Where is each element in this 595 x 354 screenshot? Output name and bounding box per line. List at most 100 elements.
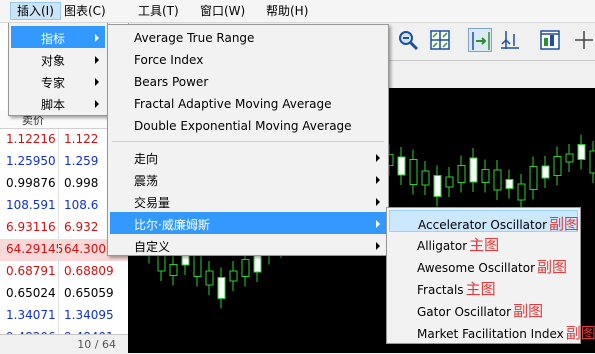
candle-body xyxy=(457,165,466,183)
menu-window[interactable]: 窗口(W) xyxy=(194,2,251,20)
item-label: Accelerator Oscillator xyxy=(418,218,548,232)
ask-price: 0.65059 xyxy=(64,286,114,300)
candle-body xyxy=(481,169,490,183)
candle-body xyxy=(205,270,214,286)
ask-price: 0.68809 xyxy=(64,264,114,278)
item-label: Gator Oscillator xyxy=(417,305,512,319)
menu-charts[interactable]: 图表(C) xyxy=(58,2,112,20)
column-divider xyxy=(58,151,59,173)
pane-annotation: 副图 xyxy=(537,258,568,276)
pager-label: 10 / 64 xyxy=(77,338,116,351)
candle-body xyxy=(529,166,538,190)
crosshair-icon[interactable] xyxy=(572,28,595,52)
pane-annotation: 副图 xyxy=(549,215,580,233)
menu-tools[interactable]: 工具(T) xyxy=(132,2,185,20)
column-divider xyxy=(58,261,59,283)
submenu-arrow-icon xyxy=(376,176,380,184)
template-icon[interactable] xyxy=(538,28,562,52)
quote-row[interactable]: 0.65024 0.65059 xyxy=(0,283,128,305)
market-watch-pager: 10 / 64 xyxy=(0,334,128,354)
quote-row[interactable]: 1.34071 1.34095 xyxy=(0,305,128,327)
bid-price: 0.99876 xyxy=(6,176,56,190)
candle-body xyxy=(397,156,406,176)
pane-annotation: 副图 xyxy=(513,302,544,320)
column-divider xyxy=(58,129,59,151)
menubar: 插入(I) 图表(C) 工具(T) 窗口(W) 帮助(H) xyxy=(0,0,595,23)
bid-price: 1.25950 xyxy=(6,154,56,168)
column-divider xyxy=(58,305,59,327)
candle-body xyxy=(541,165,550,179)
bid-price: 1.34071 xyxy=(6,308,56,322)
indicator-gator-oscillator[interactable]: Gator Oscillator 副图 xyxy=(389,298,578,320)
group-bill-williams[interactable]: 比尔·威廉姆斯 xyxy=(110,212,386,234)
candle-body xyxy=(553,156,562,176)
menu-item-experts[interactable]: 专家 xyxy=(11,70,105,92)
indicator-awesome-oscillator[interactable]: Awesome Oscillator 副图 xyxy=(389,254,578,276)
submenu-arrow-icon xyxy=(376,242,380,250)
submenu-arrow-icon xyxy=(376,198,380,206)
group-custom[interactable]: 自定义 xyxy=(110,234,386,256)
bid-price: 1.12216 xyxy=(6,132,56,146)
column-divider xyxy=(58,283,59,305)
ask-price: 1.259 xyxy=(64,154,99,168)
indicators-menu: Average True Range Force Index Bears Pow… xyxy=(107,24,389,256)
ask-price: 64.300 xyxy=(64,242,106,256)
submenu-arrow-icon xyxy=(95,78,99,86)
indicator-accelerator-oscillator[interactable]: Accelerator Oscillator 副图 xyxy=(389,210,580,233)
candle-body xyxy=(409,159,418,185)
candle-body xyxy=(445,176,454,188)
column-divider xyxy=(58,239,59,261)
bid-price: 6.93116 xyxy=(6,220,56,234)
item-label: Awesome Oscillator xyxy=(417,261,536,275)
group-volumes[interactable]: 交易量 xyxy=(110,190,386,212)
quote-row[interactable]: 0.68791 0.68809 xyxy=(0,261,128,283)
indicator-force-index[interactable]: Force Index xyxy=(110,49,386,71)
item-label: Alligator xyxy=(417,239,468,253)
chart-toolbar xyxy=(380,22,595,61)
indicator-fractals[interactable]: Fractals 主图 xyxy=(389,276,578,298)
ask-price: 108.6 xyxy=(64,198,99,212)
column-divider xyxy=(58,195,59,217)
candle-body xyxy=(505,179,514,189)
column-divider xyxy=(58,217,59,239)
menu-item-objects[interactable]: 对象 xyxy=(11,48,105,70)
menu-item-indicators[interactable]: 指标 xyxy=(11,26,105,48)
candle-body xyxy=(421,170,430,186)
item-label: Market Facilitation Index xyxy=(417,327,564,341)
grid-icon[interactable] xyxy=(428,28,452,52)
indicator-dema[interactable]: Double Exponential Moving Average xyxy=(110,115,386,137)
indicator-market-facilitation-index[interactable]: Market Facilitation Index 副图 xyxy=(389,320,595,342)
candle-body xyxy=(241,259,250,277)
candle-body xyxy=(493,169,502,191)
candle-body xyxy=(469,157,478,183)
autoscroll-icon[interactable] xyxy=(468,28,492,52)
candle-body xyxy=(577,144,586,160)
ask-price: 1.34095 xyxy=(64,308,114,322)
bill-williams-menu: Accelerator Oscillator 副图 Alligator 主图 Awe… xyxy=(386,207,595,344)
group-oscillators[interactable]: 震荡 xyxy=(110,168,386,190)
indicator-frama[interactable]: Fractal Adaptive Moving Average xyxy=(110,93,386,115)
zoom-out-icon[interactable] xyxy=(396,28,420,52)
submenu-arrow-icon xyxy=(95,56,99,64)
group-trend[interactable]: 走向 xyxy=(110,146,386,168)
bid-price: 0.68791 xyxy=(6,264,56,278)
indicator-alligator[interactable]: Alligator 主图 xyxy=(389,232,578,254)
indicator-average-true-range[interactable]: Average True Range xyxy=(110,27,386,49)
menu-help[interactable]: 帮助(H) xyxy=(260,2,314,20)
menu-item-scripts[interactable]: 脚本 xyxy=(11,92,105,114)
chart-shift-icon[interactable] xyxy=(498,28,522,52)
candle-body xyxy=(517,183,526,201)
menu-separator xyxy=(112,141,384,142)
indicator-bears-power[interactable]: Bears Power xyxy=(110,71,386,93)
menu-insert[interactable]: 插入(I) xyxy=(10,2,61,20)
pane-annotation: 副图 xyxy=(565,324,595,342)
ask-price: 6.932 xyxy=(64,220,99,234)
candle-body xyxy=(565,153,574,163)
ask-price: 0.998 xyxy=(64,176,99,190)
candle-body xyxy=(589,150,595,174)
candle-body xyxy=(217,277,226,299)
candle-body xyxy=(433,175,442,197)
bid-price: 108.591 xyxy=(6,198,56,212)
item-label: Fractals xyxy=(417,283,464,297)
column-divider xyxy=(58,173,59,195)
